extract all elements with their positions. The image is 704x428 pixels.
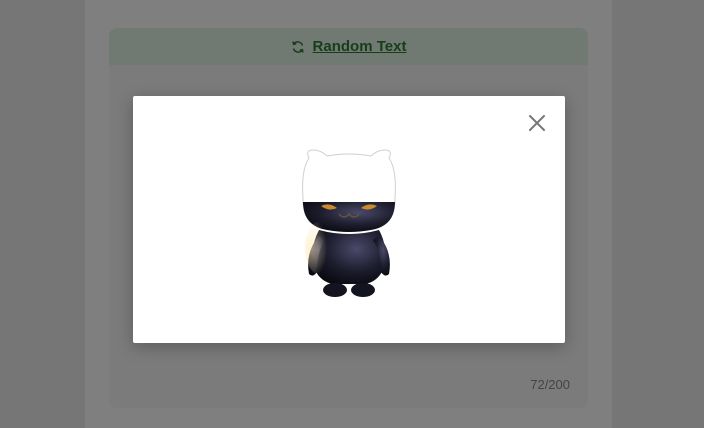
mascot-image [299, 148, 399, 300]
close-icon[interactable] [527, 113, 547, 133]
image-modal [133, 96, 565, 343]
